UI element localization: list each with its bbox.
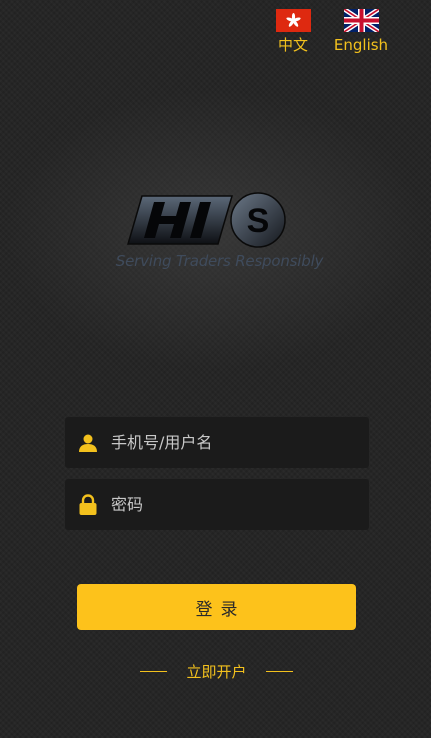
language-chinese-label: 中文	[277, 36, 308, 54]
divider-left	[140, 670, 167, 672]
user-icon	[77, 432, 99, 454]
language-chinese-button[interactable]: 中文	[273, 9, 313, 54]
logo-tagline: Serving Traders Responsibly	[115, 252, 324, 270]
register-link[interactable]: 立即开户	[186, 661, 246, 682]
brand-logo: S Serving Traders Responsibly	[112, 192, 327, 272]
password-input[interactable]	[111, 495, 369, 514]
svg-text:S: S	[247, 202, 270, 240]
username-input[interactable]	[111, 433, 369, 452]
language-english-button[interactable]: English	[331, 9, 391, 54]
language-english-label: English	[333, 36, 389, 54]
divider-right	[265, 670, 293, 672]
password-field[interactable]	[65, 479, 369, 530]
register-row: 立即开户	[140, 660, 293, 682]
login-button[interactable]: 登录	[77, 584, 356, 630]
lock-icon	[77, 493, 99, 516]
uk-flag-icon	[343, 9, 379, 32]
his-logo-icon: S	[127, 192, 286, 248]
username-field[interactable]	[65, 417, 369, 468]
hong-kong-flag-icon	[275, 9, 311, 32]
login-screen: 中文 English S Serving Traders Responsibly…	[0, 0, 431, 738]
